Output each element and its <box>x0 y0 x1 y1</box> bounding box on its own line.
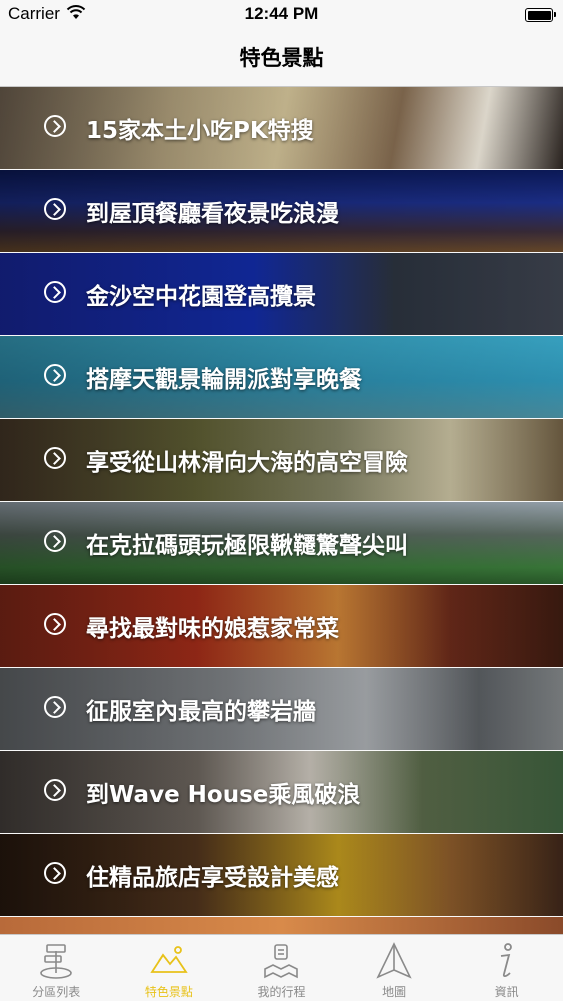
list-item-label: 到屋頂餐廳看夜景吃浪漫 <box>86 201 339 227</box>
tab-label: 分區列表 <box>32 985 81 999</box>
navigation-arrow-icon <box>376 942 412 979</box>
list-item[interactable]: 住精品旅店享受設計美感 <box>0 834 563 917</box>
clock: 12:44 PM <box>244 4 319 23</box>
chevron-right-circle-icon <box>44 281 66 303</box>
tab-region-list[interactable]: 分區列表 <box>0 935 113 1001</box>
battery-icon <box>525 8 556 22</box>
info-icon <box>501 943 513 978</box>
chevron-right-circle-icon <box>44 862 66 884</box>
list-item-photo <box>0 917 563 934</box>
list-item[interactable]: 到屋頂餐廳看夜景吃浪漫 <box>0 170 563 253</box>
chevron-right-circle-icon <box>44 696 66 718</box>
tab-label: 資訊 <box>494 985 519 999</box>
list-item-label: 住精品旅店享受設計美感 <box>86 865 339 891</box>
chevron-right-circle-icon <box>44 364 66 386</box>
list-item[interactable]: 尋找最對味的娘惹家常菜 <box>0 585 563 668</box>
list-item[interactable]: 在克拉碼頭玩極限鞦韆驚聲尖叫 <box>0 502 563 585</box>
navigation-bar: 特色景點 <box>0 28 563 87</box>
list-item[interactable]: 享受從山林滑向大海的高空冒險 <box>0 419 563 502</box>
itinerary-map-icon <box>264 944 298 979</box>
list-item[interactable]: 金沙空中花園登高攬景 <box>0 253 563 336</box>
list-item[interactable]: 15家本土小吃PK特搜 <box>0 87 563 170</box>
list-item-label: 到Wave House乘風破浪 <box>86 782 361 808</box>
list-item-label: 搭摩天觀景輪開派對享晚餐 <box>86 367 362 393</box>
attraction-list[interactable]: 15家本土小吃PK特搜 到屋頂餐廳看夜景吃浪漫 金沙空中花園登高攬景 搭摩天觀景… <box>0 87 563 934</box>
tab-label: 特色景點 <box>144 985 193 999</box>
list-item-partial[interactable] <box>0 917 563 934</box>
tab-label: 我的行程 <box>257 985 306 999</box>
tab-info[interactable]: 資訊 <box>450 935 563 1001</box>
list-item-label: 15家本土小吃PK特搜 <box>86 118 314 144</box>
chevron-right-circle-icon <box>44 198 66 220</box>
mountain-icon <box>149 946 188 973</box>
list-item-label: 享受從山林滑向大海的高空冒險 <box>86 450 408 476</box>
tab-bar: 分區列表 特色景點 我的行程 地圖 資訊 <box>0 934 563 1001</box>
chevron-right-circle-icon <box>44 530 66 552</box>
page-title: 特色景點 <box>239 46 324 70</box>
list-item[interactable]: 搭摩天觀景輪開派對享晚餐 <box>0 336 563 419</box>
list-item-label: 在克拉碼頭玩極限鞦韆驚聲尖叫 <box>86 533 408 559</box>
tab-featured-spots[interactable]: 特色景點 <box>113 935 226 1001</box>
chevron-right-circle-icon <box>44 613 66 635</box>
tab-my-itinerary[interactable]: 我的行程 <box>225 935 338 1001</box>
list-item-label: 金沙空中花園登高攬景 <box>86 284 316 310</box>
chevron-right-circle-icon <box>44 779 66 801</box>
signpost-icon <box>40 944 72 979</box>
list-item[interactable]: 征服室內最高的攀岩牆 <box>0 668 563 751</box>
chevron-right-circle-icon <box>44 115 66 137</box>
tab-map[interactable]: 地圖 <box>338 935 451 1001</box>
chevron-right-circle-icon <box>44 447 66 469</box>
list-item[interactable]: 到Wave House乘風破浪 <box>0 751 563 834</box>
status-bar: Carrier 12:44 PM <box>0 0 563 28</box>
list-item-label: 尋找最對味的娘惹家常菜 <box>86 616 339 642</box>
list-item-label: 征服室內最高的攀岩牆 <box>86 699 316 725</box>
tab-label: 地圖 <box>382 985 407 999</box>
